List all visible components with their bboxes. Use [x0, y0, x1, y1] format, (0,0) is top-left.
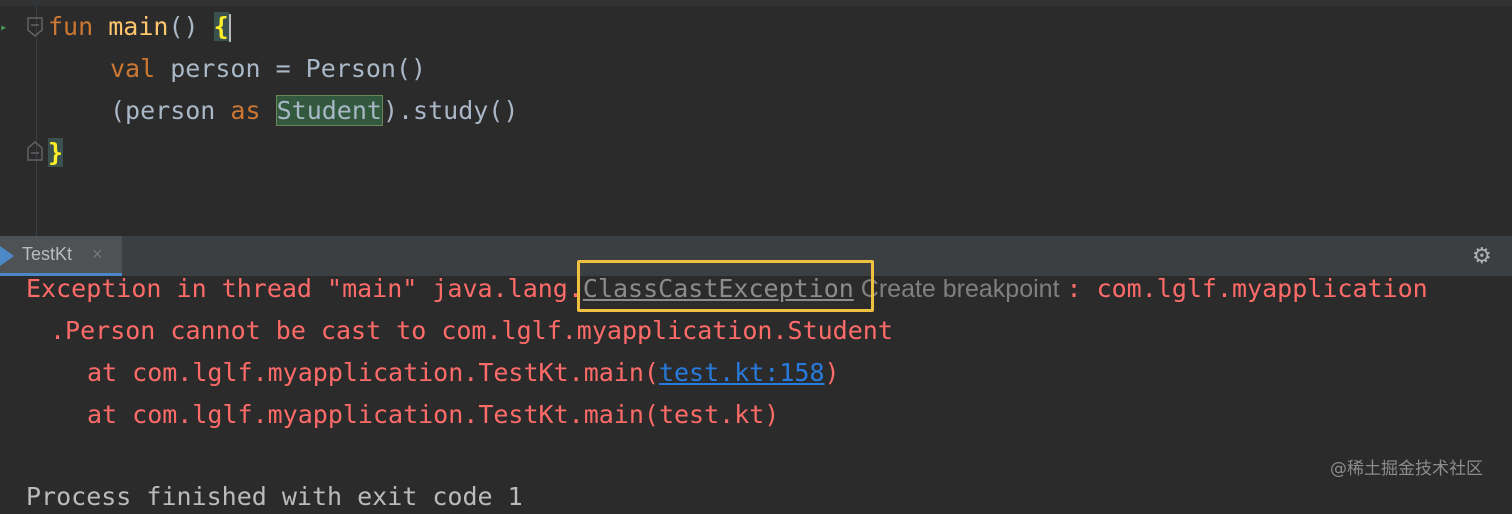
code-line-4[interactable]: } — [48, 135, 64, 171]
close-icon[interactable]: × — [92, 244, 103, 265]
code-editor[interactable]: ▸ fun main() { val person = Person() (pe… — [0, 0, 1512, 236]
code-line-2[interactable]: val person = Person() — [110, 51, 426, 87]
tab-label: TestKt — [22, 244, 73, 264]
console-line-4: at com.lglf.myapplication.TestKt.main(te… — [87, 400, 780, 429]
source-file-link[interactable]: test.kt:158 — [659, 358, 825, 387]
code-text: (person — [110, 96, 231, 125]
watermark: @稀土掘金技术社区 — [1330, 459, 1483, 479]
editor-gutter — [36, 6, 37, 236]
console-line-2: .Person cannot be cast to com.lglf.myapp… — [50, 316, 893, 345]
fold-close-icon[interactable] — [26, 140, 44, 162]
editor-top-strip — [0, 0, 1512, 6]
console-line-3: at com.lglf.myapplication.TestKt.main(te… — [87, 356, 840, 390]
fold-open-icon[interactable] — [26, 16, 44, 38]
matched-brace-close: } — [48, 138, 64, 167]
keyword-fun: fun — [48, 12, 94, 41]
text-caret — [228, 14, 231, 42]
highlighted-type-student[interactable]: Student — [275, 95, 383, 126]
code-text: person = Person() — [155, 54, 427, 83]
code-line-1[interactable]: fun main() { — [48, 9, 231, 45]
keyword-as: as — [230, 96, 261, 125]
code-text: () — [168, 12, 214, 41]
run-tab-testkt[interactable]: TestKt × — [0, 236, 122, 276]
gear-icon[interactable]: ⚙ — [1472, 244, 1492, 269]
function-name: main — [108, 12, 169, 41]
exception-suffix: : com.lglf.myapplication — [1066, 274, 1428, 303]
kotlin-icon — [0, 246, 14, 266]
code-text: ).study() — [382, 96, 519, 125]
keyword-val: val — [110, 54, 156, 83]
exception-prefix: Exception in thread "main" java.lang. — [26, 274, 583, 303]
stack-frame-text: at com.lglf.myapplication.TestKt.main( — [87, 358, 659, 387]
stack-frame-close: ) — [824, 358, 840, 387]
code-line-3[interactable]: (person as Student).study() — [110, 93, 518, 129]
run-gutter-icon[interactable]: ▸ — [0, 20, 7, 34]
create-breakpoint-link[interactable]: Create breakpoint — [854, 275, 1067, 303]
console-line-5: Process finished with exit code 1 — [26, 482, 523, 511]
matched-brace-open: { — [213, 12, 229, 41]
highlight-box — [577, 260, 874, 312]
